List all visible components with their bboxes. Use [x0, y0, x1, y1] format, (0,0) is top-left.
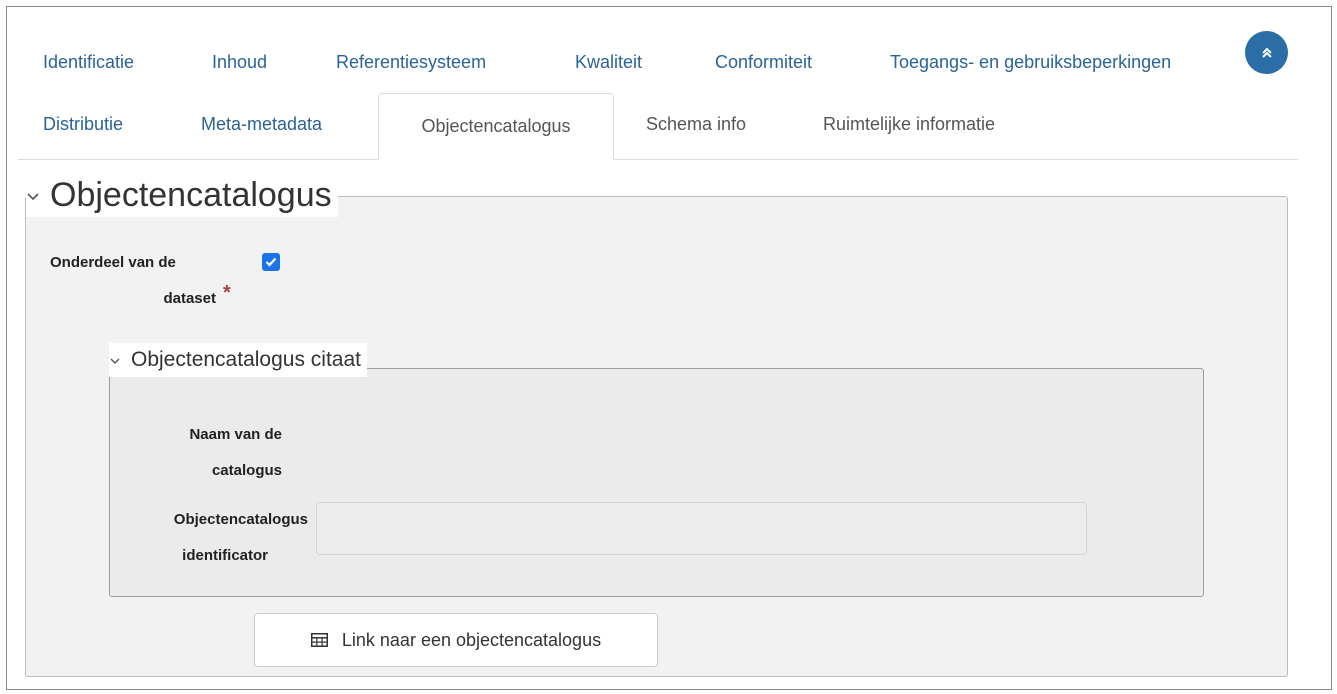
tab-schema-info[interactable]: Schema info: [646, 114, 746, 135]
subsection-title: Objectencatalogus citaat: [131, 348, 361, 371]
catalog-name-label-line2: catalogus: [211, 462, 282, 479]
section-title: Objectencatalogus: [50, 175, 332, 214]
scroll-to-top-button[interactable]: [1245, 31, 1288, 74]
chevron-down-icon[interactable]: [26, 185, 40, 206]
tab-referentiesysteem[interactable]: Referentiesysteem: [336, 52, 486, 73]
chevron-down-icon[interactable]: [109, 352, 121, 368]
link-objectencatalogus-button[interactable]: Link naar een objectencatalogus: [254, 613, 658, 667]
catalog-identifier-label-line1: Objectencatalogus: [173, 511, 308, 528]
link-objectencatalogus-label: Link naar een objectencatalogus: [341, 629, 602, 650]
tab-row-1: Identificatie Inhoud Referentiesysteem K…: [18, 45, 1298, 79]
tab-row-2: Distributie Meta-metadata Objectencatalo…: [18, 93, 1298, 160]
table-icon: [310, 633, 328, 647]
tab-identificatie[interactable]: Identificatie: [43, 52, 134, 73]
section-header[interactable]: Objectencatalogus: [26, 173, 338, 217]
tab-distributie[interactable]: Distributie: [43, 114, 123, 135]
part-of-dataset-checkbox[interactable]: [262, 253, 280, 271]
part-of-dataset-label-line2: dataset: [163, 290, 216, 307]
catalog-name-label-line1: Naam van de: [189, 426, 282, 443]
tab-toegangs-en-gebruiksbeperkingen[interactable]: Toegangs- en gebruiksbeperkingen: [890, 52, 1171, 73]
checkmark-icon: [265, 257, 277, 267]
double-chevron-up-icon: [1261, 47, 1272, 58]
tab-inhoud[interactable]: Inhoud: [212, 52, 267, 73]
required-marker: *: [223, 282, 231, 304]
tab-ruimtelijke-informatie[interactable]: Ruimtelijke informatie: [823, 114, 995, 135]
tab-objectencatalogus[interactable]: Objectencatalogus: [378, 93, 614, 160]
subsection-header[interactable]: Objectencatalogus citaat: [109, 343, 367, 377]
catalog-identifier-input[interactable]: [316, 502, 1087, 555]
tab-conformiteit[interactable]: Conformiteit: [715, 52, 812, 73]
tab-kwaliteit[interactable]: Kwaliteit: [575, 52, 642, 73]
tab-meta-metadata[interactable]: Meta-metadata: [201, 114, 322, 135]
part-of-dataset-label-line1: Onderdeel van de: [50, 254, 176, 271]
catalog-identifier-label-line2: identificator: [182, 547, 268, 564]
